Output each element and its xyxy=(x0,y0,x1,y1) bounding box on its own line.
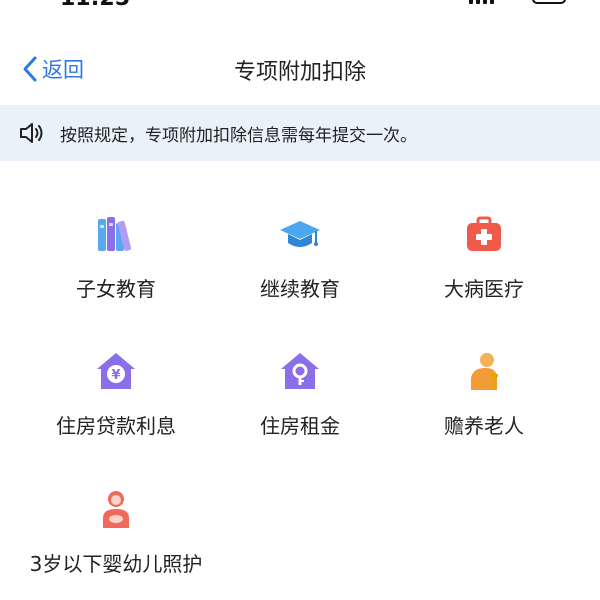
notice-text: 按照规定，专项附加扣除信息需每年提交一次。 xyxy=(60,125,417,146)
battery-icon xyxy=(532,0,566,4)
category-label: 子女教育 xyxy=(76,277,156,301)
graduation-cap-icon xyxy=(280,221,320,247)
category-label: 赡养老人 xyxy=(444,414,524,438)
status-indicators xyxy=(469,0,566,4)
house-yuan-icon: ¥ xyxy=(97,353,135,389)
category-label: 继续教育 xyxy=(260,277,340,301)
category-label: 住房贷款利息 xyxy=(56,414,176,438)
page-title: 专项附加扣除 xyxy=(233,60,366,85)
medical-kit-icon xyxy=(467,216,501,251)
category-children-education[interactable]: 子女教育 xyxy=(16,213,216,305)
category-housing-rent[interactable]: 住房租金 xyxy=(200,350,400,442)
books-icon xyxy=(98,217,132,251)
speaker-icon xyxy=(20,123,43,143)
signal-icon xyxy=(469,0,494,4)
mother-child-icon xyxy=(103,491,129,528)
status-bar: 11:25 xyxy=(0,0,600,12)
notice-banner: 按照规定，专项附加扣除信息需每年提交一次。 xyxy=(0,105,600,161)
category-serious-illness[interactable]: 大病医疗 xyxy=(384,213,584,305)
svg-text:¥: ¥ xyxy=(111,368,120,383)
category-continuing-education[interactable]: 继续教育 xyxy=(200,213,400,305)
category-label: 住房租金 xyxy=(260,414,340,438)
wifi-icon xyxy=(504,0,522,4)
category-label: 大病医疗 xyxy=(444,277,524,301)
category-elderly-support[interactable]: 赡养老人 xyxy=(384,350,584,442)
elderly-icon xyxy=(471,353,498,390)
category-housing-loan-interest[interactable]: ¥ 住房贷款利息 xyxy=(16,350,216,442)
category-infant-care[interactable]: 3岁以下婴幼儿照护 xyxy=(16,488,216,580)
navigation-bar: 返回 专项附加扣除 xyxy=(0,40,600,100)
category-label: 3岁以下婴幼儿照护 xyxy=(29,552,203,576)
status-time: 11:25 xyxy=(60,0,130,11)
house-key-icon xyxy=(281,353,319,389)
